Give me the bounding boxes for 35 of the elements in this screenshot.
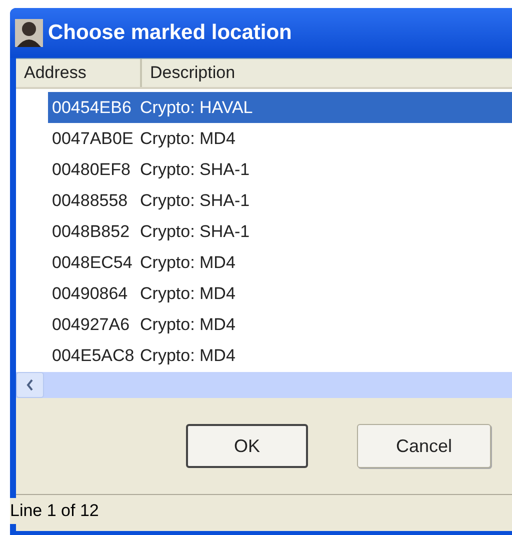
- address-text: 00480EF8: [51, 158, 132, 181]
- table-row[interactable]: 00480EF8 Crypto: SHA-1: [48, 154, 512, 185]
- address-text: 00488558: [51, 190, 129, 212]
- description-text: Crypto: SHA-1: [140, 190, 250, 212]
- column-header[interactable]: Address: [16, 59, 142, 87]
- description-text: Crypto: SHA-1: [140, 220, 250, 243]
- address-text: 0048EC54: [51, 252, 134, 274]
- address-text: 00490864: [51, 282, 129, 305]
- table-row[interactable]: 00488558 Crypto: SHA-1: [48, 185, 512, 216]
- table-row[interactable]: 0047AB0E Crypto: MD4: [48, 123, 512, 154]
- table-row[interactable]: 004927A6 Crypto: MD4: [48, 309, 512, 340]
- address-text: 0048B852: [51, 220, 131, 243]
- window-title: Choose marked location: [48, 20, 292, 46]
- address-text: 00454EB6: [51, 96, 132, 119]
- table-row[interactable]: 00490864 Crypto: MD4: [48, 278, 512, 309]
- person-icon: [14, 18, 44, 48]
- description-text: Crypto: MD4: [140, 128, 236, 150]
- table-row[interactable]: 0048B852 Crypto: SHA-1: [48, 216, 512, 247]
- ok-button[interactable]: OK: [186, 424, 308, 468]
- horizontal-scrollbar[interactable]: [16, 372, 512, 398]
- table-row[interactable]: 0048EC54 Crypto: MD4: [48, 247, 512, 278]
- description-text: Crypto: MD4: [140, 252, 236, 274]
- cancel-button[interactable]: Cancel: [357, 424, 491, 468]
- table-row[interactable]: 00454EB6 Crypto: HAVAL: [48, 92, 512, 123]
- description-text: Crypto: HAVAL: [140, 96, 253, 119]
- table-row[interactable]: 004E5AC8 Crypto: MD4: [48, 340, 512, 371]
- address-text: 004E5AC8: [51, 344, 136, 367]
- description-text: Crypto: MD4: [140, 314, 236, 336]
- description-text: Crypto: MD4: [140, 282, 236, 305]
- scroll-left-button[interactable]: [16, 372, 44, 398]
- description-text: Crypto: MD4: [140, 344, 236, 367]
- description-text: Crypto: SHA-1: [140, 158, 250, 181]
- address-text: 004927A6: [51, 314, 131, 336]
- column-header[interactable]: Description: [142, 59, 512, 87]
- address-text: 0047AB0E: [51, 128, 134, 150]
